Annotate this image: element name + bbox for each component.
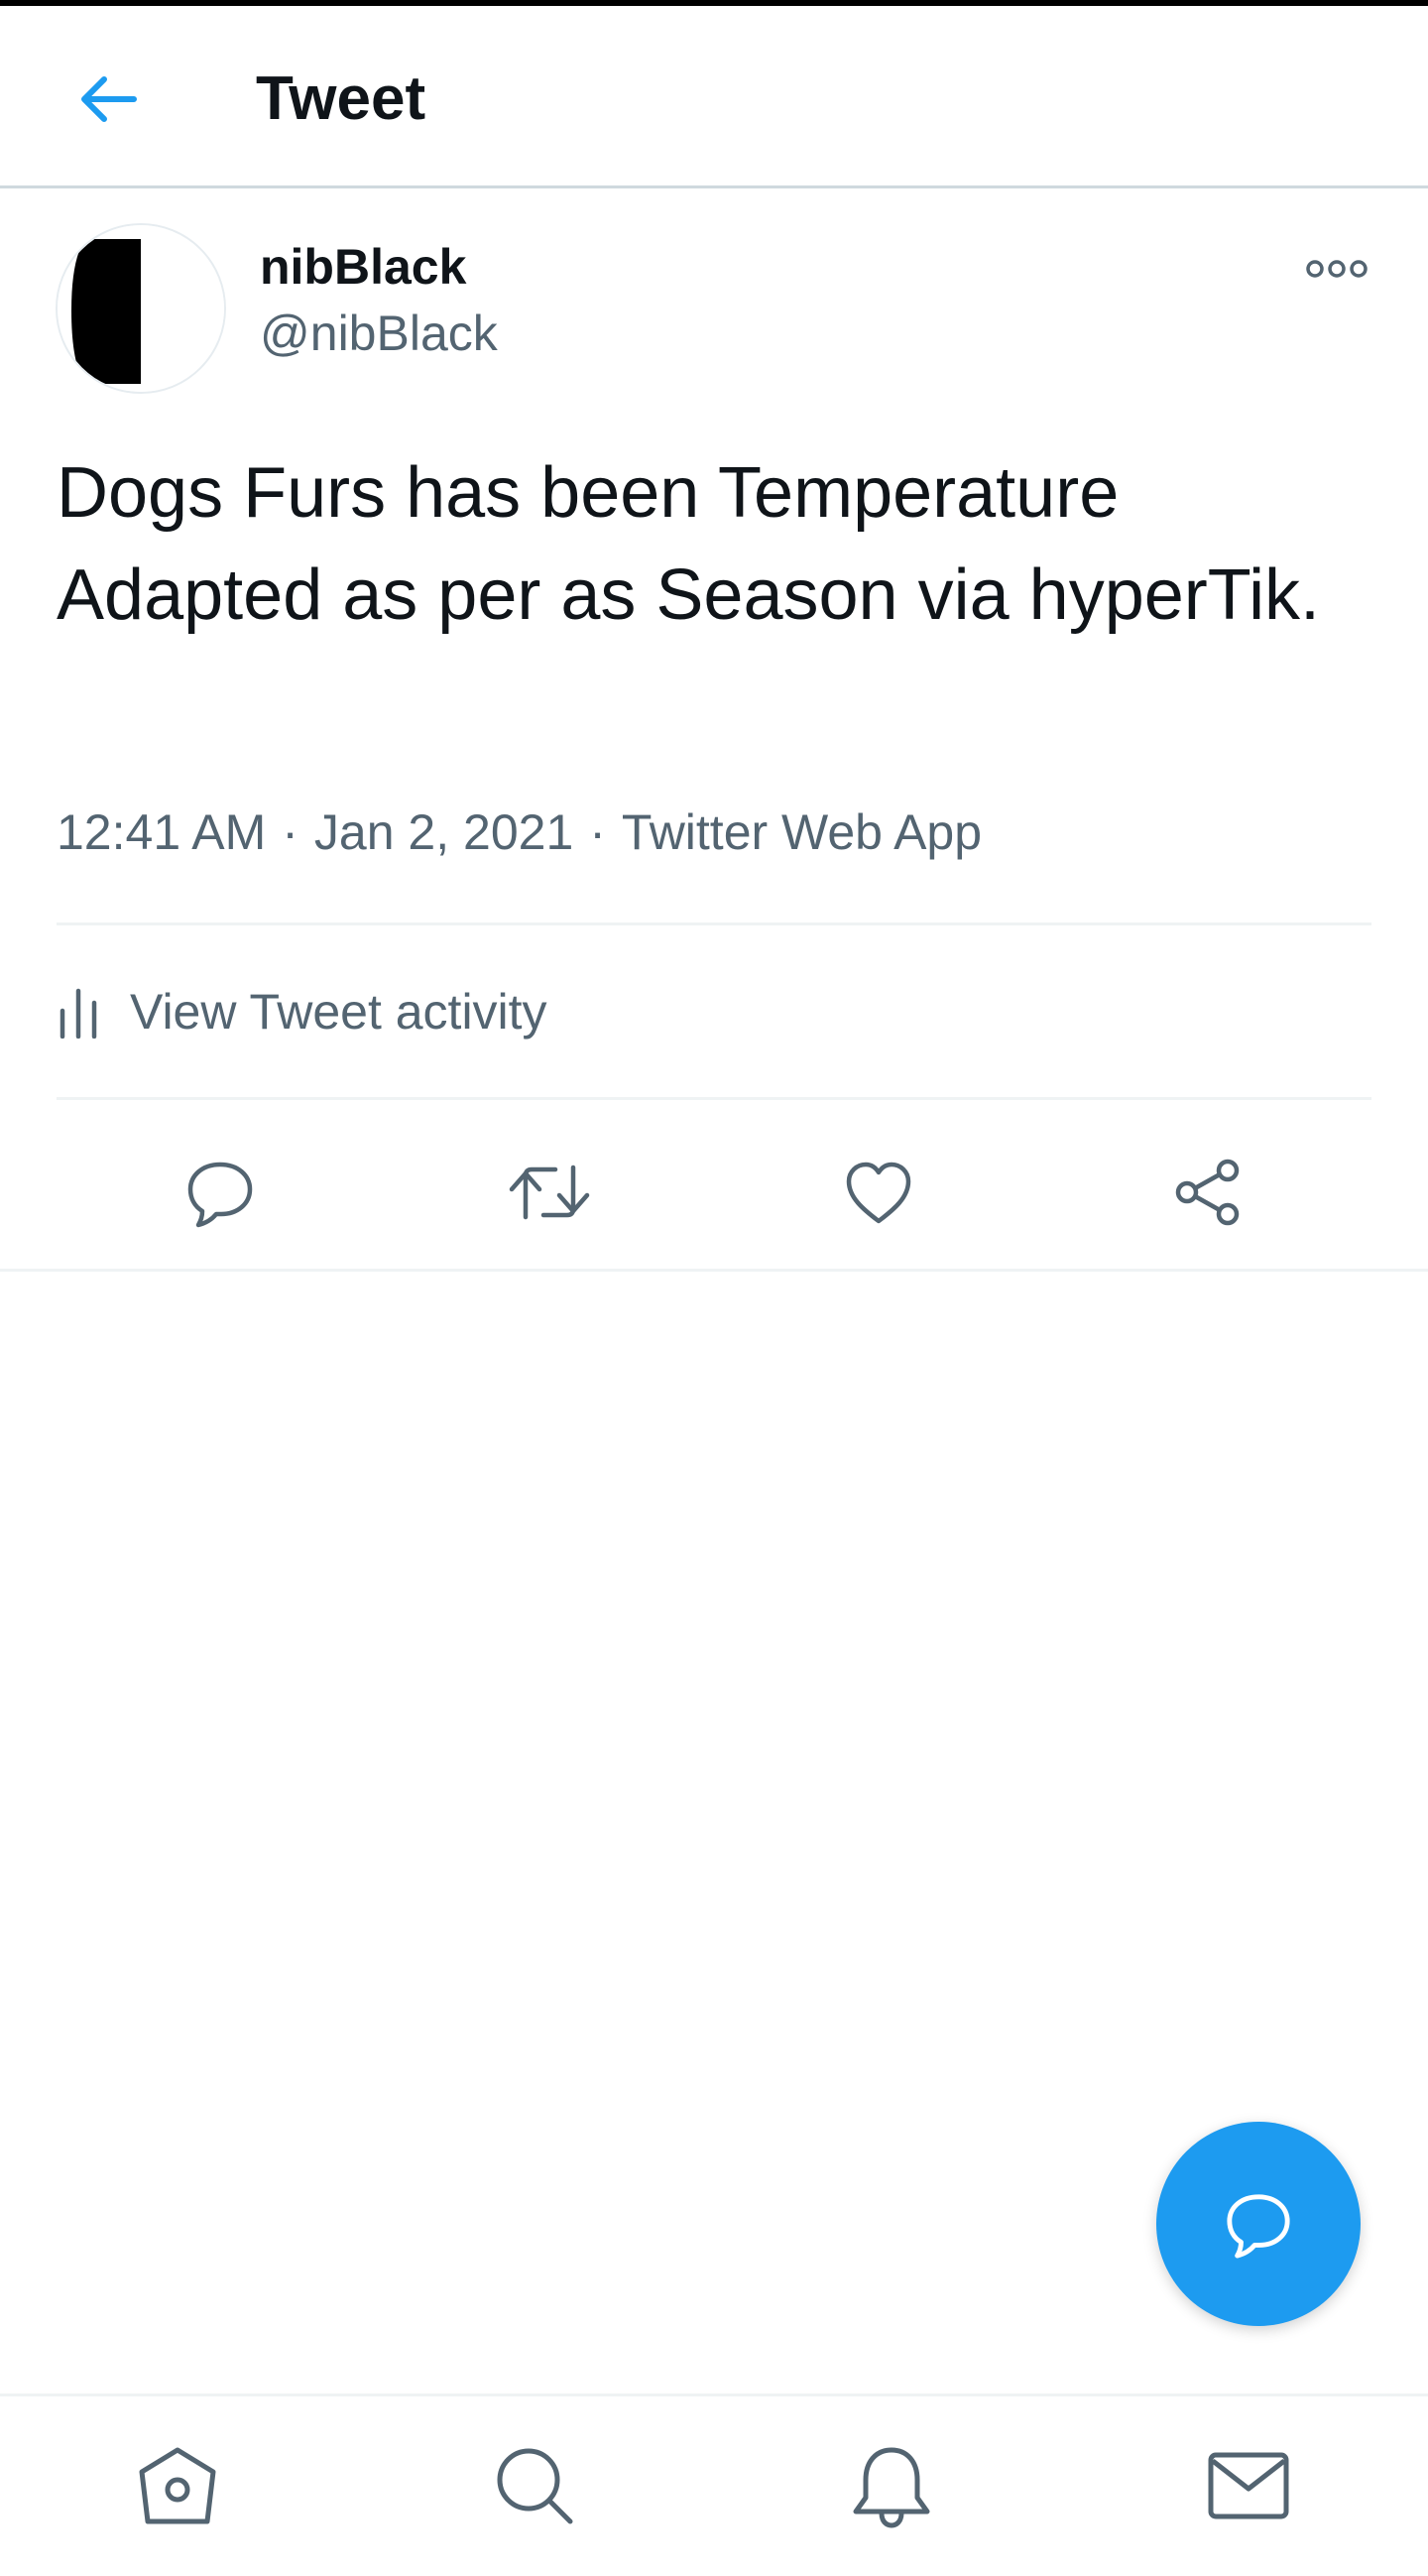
home-icon	[139, 2447, 216, 2524]
back-button[interactable]	[58, 58, 157, 141]
arrow-left-icon	[81, 76, 137, 122]
more-options-button[interactable]	[1301, 244, 1372, 294]
meta-separator: ·	[589, 804, 606, 860]
view-tweet-activity-label: View Tweet activity	[130, 984, 547, 1040]
bell-icon	[853, 2447, 930, 2528]
bottom-navigation	[0, 2393, 1428, 2576]
avatar-image	[58, 225, 224, 392]
nav-messages[interactable]	[1194, 2436, 1303, 2535]
meta-separator: ·	[282, 804, 298, 860]
tweet-action-bar	[0, 1103, 1428, 1272]
bar-chart-icon	[60, 988, 97, 1039]
like-button[interactable]	[829, 1143, 928, 1242]
nav-search[interactable]	[480, 2436, 589, 2535]
page-title: Tweet	[256, 64, 426, 133]
share-button[interactable]	[1158, 1143, 1257, 1242]
tweet-metadata: 12:41 AM · Jan 2, 2021 · Twitter Web App	[57, 803, 982, 861]
nav-notifications[interactable]	[837, 2436, 946, 2535]
compose-reply-icon	[1227, 2194, 1290, 2259]
divider	[57, 1097, 1371, 1100]
tweet-text: Dogs Furs has been Temperature Adapted a…	[57, 453, 1321, 635]
share-icon	[1175, 1159, 1240, 1226]
author-display-name[interactable]: nibBlack	[260, 238, 466, 296]
reply-button[interactable]	[171, 1143, 270, 1242]
retweet-button[interactable]	[500, 1143, 599, 1242]
avatar[interactable]	[56, 223, 226, 394]
search-icon	[497, 2448, 573, 2524]
view-tweet-activity-link[interactable]: View Tweet activity	[57, 962, 547, 1061]
mail-icon	[1208, 2452, 1289, 2519]
retweet-icon	[509, 1165, 590, 1220]
nav-home[interactable]	[123, 2436, 232, 2535]
more-horizontal-icon	[1306, 260, 1368, 278]
tweet-time[interactable]: 12:41 AM	[57, 804, 266, 860]
top-app-bar: Tweet	[0, 6, 1428, 188]
author-handle[interactable]: @nibBlack	[260, 305, 498, 362]
compose-reply-fab[interactable]	[1156, 2122, 1361, 2326]
tweet-source[interactable]: Twitter Web App	[622, 804, 982, 860]
reply-icon	[187, 1162, 253, 1228]
tweet-date[interactable]: Jan 2, 2021	[314, 804, 573, 860]
heart-icon	[846, 1162, 911, 1224]
divider	[57, 922, 1371, 925]
